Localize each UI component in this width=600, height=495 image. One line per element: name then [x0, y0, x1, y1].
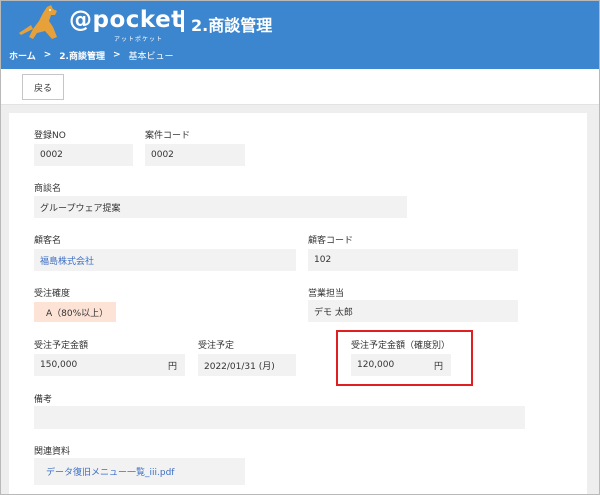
expected-amount-unit: 円 — [167, 361, 177, 372]
notes-label: 備考 — [34, 395, 53, 405]
deal-name-label: 商談名 — [34, 184, 62, 194]
sales-rep-label: 営業担当 — [308, 289, 345, 299]
expected-date-label: 受注予定 — [198, 341, 235, 351]
expected-amount-label: 受注予定金額 — [34, 341, 89, 351]
reg-no-field: 0002 — [34, 144, 133, 166]
deal-name-field: グループウェア提案 — [34, 196, 407, 218]
expected-amount-value: 150,000 — [40, 360, 78, 370]
case-code-label: 案件コード — [145, 131, 191, 141]
case-code-field: 0002 — [145, 144, 245, 166]
attachment-file-link[interactable]: データ復旧メニュー一覧_iii.pdf — [34, 458, 245, 485]
attachments-label: 関連資料 — [34, 447, 71, 457]
breadcrumb-module[interactable]: 2.商談管理 — [59, 49, 105, 62]
app-header: @pocket アットポケット 2.商談管理 ホーム > 2.商談管理 > 基本… — [1, 1, 599, 69]
page-title: 2.商談管理 — [191, 16, 273, 35]
back-button[interactable]: 戻る — [22, 74, 64, 100]
toolbar: 戻る — [1, 69, 599, 105]
sales-rep-field: デモ 太郎 — [308, 300, 518, 322]
highlight-box — [336, 330, 473, 386]
breadcrumb: ホーム > 2.商談管理 > 基本ビュー — [9, 47, 174, 63]
order-probability-badge: A（80%以上） — [34, 302, 116, 322]
breadcrumb-home[interactable]: ホーム — [9, 49, 36, 62]
app-logo-text: @pocket — [69, 7, 183, 33]
order-probability-label: 受注確度 — [34, 289, 71, 299]
customer-code-label: 顧客コード — [308, 236, 354, 246]
app-logo-subtext: アットポケット — [114, 36, 164, 43]
notes-field — [34, 406, 525, 429]
customer-name-label: 顧客名 — [34, 236, 62, 246]
expected-date-field: 2022/01/31 (月) — [198, 354, 296, 376]
breadcrumb-separator: > — [112, 50, 121, 60]
customer-name-link[interactable]: 福島株式会社 — [34, 249, 296, 271]
breadcrumb-current: 基本ビュー — [128, 51, 174, 62]
expected-amount-field: 150,000 円 — [34, 354, 185, 376]
breadcrumb-separator: > — [43, 50, 52, 60]
title-divider — [181, 10, 184, 32]
customer-code-field: 102 — [308, 249, 518, 271]
kangaroo-logo-icon — [19, 5, 57, 39]
reg-no-label: 登録NO — [34, 131, 66, 141]
